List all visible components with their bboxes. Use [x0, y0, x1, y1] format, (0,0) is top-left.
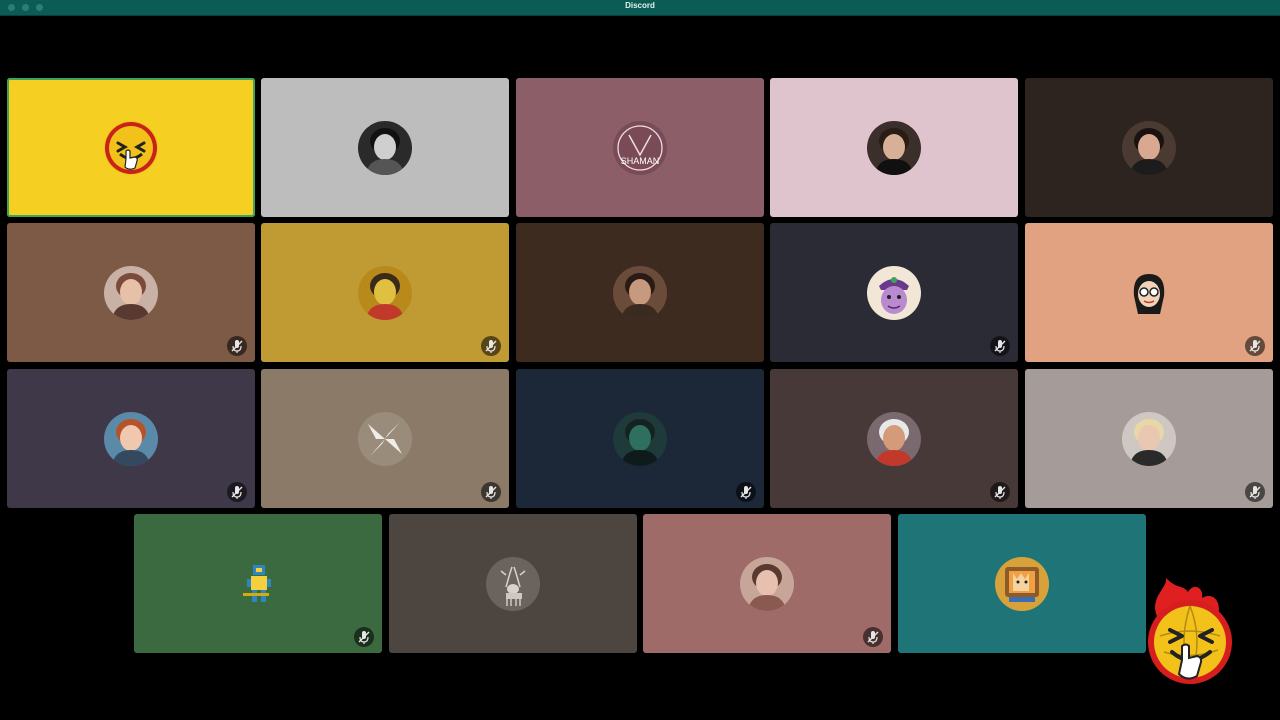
participant-tile[interactable] — [1025, 369, 1273, 508]
window-title: Discord — [625, 1, 655, 10]
deer-avatar — [486, 556, 540, 611]
participant-tile[interactable] — [770, 369, 1018, 508]
participant-tile[interactable] — [1025, 223, 1273, 362]
participant-tile[interactable] — [1025, 78, 1273, 217]
microphone-muted-icon — [1249, 340, 1261, 353]
participant-tile[interactable] — [134, 514, 382, 653]
participant-tile[interactable] — [389, 514, 637, 653]
participant-tile[interactable] — [770, 78, 1018, 217]
participant-avatar — [358, 120, 412, 175]
participant-avatar — [740, 556, 794, 611]
microphone-muted-icon — [867, 631, 879, 644]
microphone-muted-icon — [994, 486, 1006, 499]
participant-avatar — [867, 265, 921, 320]
muted-indicator — [863, 627, 883, 647]
shaman-avatar-text: SHAMAN — [621, 156, 660, 166]
muted-indicator — [481, 482, 501, 502]
participant-avatar — [486, 556, 540, 611]
participant-avatar — [104, 411, 158, 466]
muted-indicator — [1245, 482, 1265, 502]
participant-avatar: SHAMAN — [613, 120, 667, 175]
man-photo-avatar — [867, 120, 921, 175]
muted-indicator — [227, 482, 247, 502]
cartoon-girl-avatar — [1122, 265, 1176, 320]
flaming-grin-emoji-icon — [1148, 578, 1232, 684]
participant-tile[interactable] — [7, 223, 255, 362]
yellow-scene-avatar — [358, 265, 412, 320]
participant-avatar — [1122, 265, 1176, 320]
participant-tile[interactable] — [7, 78, 255, 217]
microphone-muted-icon — [231, 340, 243, 353]
participant-avatar — [358, 411, 412, 466]
title-bar: Discord — [0, 0, 1280, 16]
participant-tile[interactable] — [770, 223, 1018, 362]
participant-tile[interactable] — [643, 514, 891, 653]
participant-avatar — [867, 411, 921, 466]
participant-avatar — [613, 265, 667, 320]
participant-tile[interactable] — [7, 369, 255, 508]
muted-indicator — [1245, 336, 1265, 356]
participant-avatar — [358, 265, 412, 320]
participant-tile[interactable] — [516, 369, 764, 508]
self-view[interactable] — [1138, 578, 1238, 692]
shaman-logo-avatar: SHAMAN — [613, 120, 667, 175]
participant-avatar — [1122, 411, 1176, 466]
muted-indicator — [354, 627, 374, 647]
glasses-man-avatar — [104, 411, 158, 466]
muted-indicator — [990, 336, 1010, 356]
participant-avatar — [104, 120, 158, 175]
participant-avatar — [995, 556, 1049, 611]
microphone-muted-icon — [485, 340, 497, 353]
participant-avatar — [1122, 120, 1176, 175]
headphones-man-avatar — [613, 265, 667, 320]
microphone-muted-icon — [358, 631, 370, 644]
couple-photo-avatar — [104, 265, 158, 320]
participant-tile[interactable] — [261, 369, 509, 508]
muted-indicator — [736, 482, 756, 502]
white-shape-avatar — [358, 411, 412, 466]
yellow-grin-emoji-icon — [104, 120, 158, 175]
participant-tile[interactable] — [261, 223, 509, 362]
participant-tile[interactable] — [516, 223, 764, 362]
participant-tile[interactable] — [261, 78, 509, 217]
woman-photo-avatar — [1122, 120, 1176, 175]
participant-avatar — [867, 120, 921, 175]
blonde-person-avatar — [1122, 411, 1176, 466]
participant-avatar — [613, 411, 667, 466]
cartoon-face-avatar — [867, 265, 921, 320]
bw-photo-avatar — [358, 120, 412, 175]
cat-tv-avatar — [995, 556, 1049, 611]
muted-indicator — [227, 336, 247, 356]
microphone-muted-icon — [740, 486, 752, 499]
muted-indicator — [990, 482, 1010, 502]
microphone-muted-icon — [231, 486, 243, 499]
microphone-muted-icon — [994, 340, 1006, 353]
smiling-person-avatar — [740, 556, 794, 611]
participant-avatar — [104, 265, 158, 320]
participant-tile[interactable] — [898, 514, 1146, 653]
dark-portrait-avatar — [613, 411, 667, 466]
muted-indicator — [481, 336, 501, 356]
participant-avatar — [231, 556, 285, 611]
microphone-muted-icon — [1249, 486, 1261, 499]
pixel-robot-avatar — [231, 556, 285, 611]
chef-photo-avatar — [867, 411, 921, 466]
participant-tile[interactable]: SHAMAN — [516, 78, 764, 217]
microphone-muted-icon — [485, 486, 497, 499]
